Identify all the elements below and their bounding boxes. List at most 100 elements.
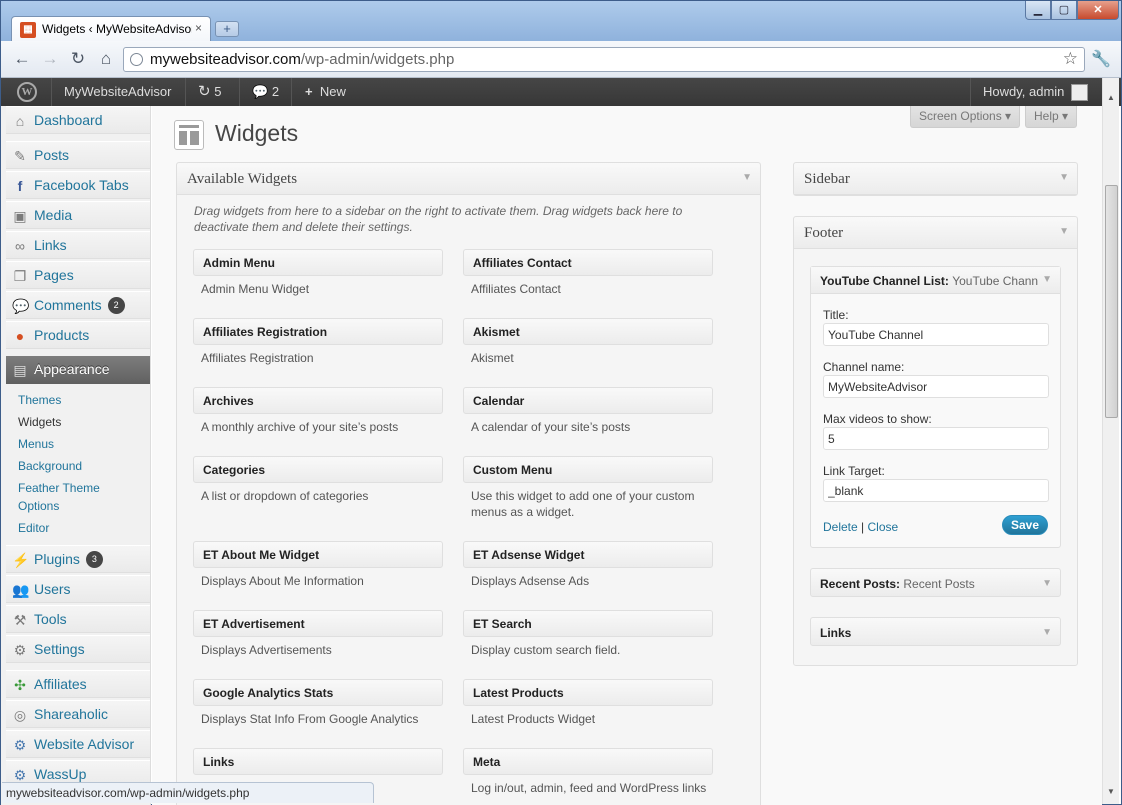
channel-name-input[interactable] <box>823 375 1049 398</box>
sidebar-area-title: Sidebar <box>804 171 850 187</box>
menu-item-facebook-tabs[interactable]: f Facebook Tabs <box>6 171 150 199</box>
wordpress-logo-icon[interactable]: W <box>17 82 37 102</box>
adminbar-updates[interactable]: ↻ 5 <box>198 78 221 106</box>
scroll-down-arrow-icon[interactable]: ▼ <box>1103 784 1119 800</box>
widget-title-main: YouTube Channel List: <box>820 274 949 288</box>
collapse-arrow-icon[interactable]: ▼ <box>1059 172 1069 183</box>
collapse-arrow-icon[interactable]: ▼ <box>1059 226 1069 237</box>
recent-posts-widget[interactable]: Recent Posts: Recent Posts ▼ <box>810 568 1061 597</box>
collapse-arrow-icon[interactable]: ▼ <box>1042 627 1052 638</box>
widget-description: A list or dropdown of categories <box>201 489 369 503</box>
menu-item-appearance[interactable]: ▤ Appearance <box>6 356 150 384</box>
menu-item-posts[interactable]: ✎ Posts <box>6 141 150 169</box>
star-icon[interactable]: ☆ <box>1063 49 1078 69</box>
max-videos-label: Max videos to show: <box>823 412 932 426</box>
close-link[interactable]: Close <box>868 520 899 534</box>
widget-handle[interactable]: YouTube Channel List: YouTube Channel ▼ <box>811 267 1060 294</box>
max-videos-input[interactable] <box>823 427 1049 450</box>
close-window-button[interactable]: ✕ <box>1077 1 1119 20</box>
widget-handle[interactable]: Calendar <box>463 387 713 414</box>
widget-handle[interactable]: Archives <box>193 387 443 414</box>
browser-window: ▦ Widgets ‹ MyWebsiteAdvisor × + ▁ ▢ ✕ ←… <box>0 0 1122 805</box>
address-bar[interactable]: mywebsiteadvisor.com/wp-admin/widgets.ph… <box>123 47 1085 72</box>
widget-handle[interactable]: Google Analytics Stats <box>193 679 443 706</box>
menu-item-products[interactable]: ● Products <box>6 321 150 349</box>
submenu-item-widgets[interactable]: Widgets <box>18 413 61 431</box>
adminbar-comments[interactable]: 💬 2 <box>252 78 279 106</box>
menu-item-comments[interactable]: 💬 Comments 2 <box>6 291 150 319</box>
reload-icon[interactable]: ↻ <box>67 49 89 71</box>
submenu-item-editor[interactable]: Editor <box>18 519 49 537</box>
sidebar-area-header[interactable]: Sidebar ▼ <box>794 163 1077 195</box>
tab-close-icon[interactable]: × <box>195 21 202 35</box>
widget-handle[interactable]: Affiliates Registration <box>193 318 443 345</box>
channel-name-label: Channel name: <box>823 360 905 374</box>
menu-item-dashboard[interactable]: ⌂ Dashboard <box>6 106 150 134</box>
home-icon[interactable]: ⌂ <box>95 49 117 71</box>
scroll-up-arrow-icon[interactable]: ▲ <box>1103 90 1119 106</box>
widget-handle[interactable]: ET Advertisement <box>193 610 443 637</box>
adminbar-divider <box>291 78 292 106</box>
menu-item-plugins[interactable]: ⚡ Plugins 3 <box>6 545 150 573</box>
footer-area-header[interactable]: Footer ▼ <box>794 217 1077 249</box>
widget-handle[interactable]: ET Search <box>463 610 713 637</box>
available-widgets-title: Available Widgets <box>187 171 298 187</box>
widget-handle[interactable]: Meta <box>463 748 713 775</box>
sidebar-widget-area[interactable]: Sidebar ▼ <box>793 162 1078 196</box>
submenu-item-themes[interactable]: Themes <box>18 391 61 409</box>
avatar[interactable] <box>1071 84 1088 101</box>
vertical-scrollbar[interactable]: ▲ ▼ <box>1102 78 1119 804</box>
adminbar-new[interactable]: + New <box>305 78 346 106</box>
menu-label: Tools <box>34 611 67 627</box>
submenu-item-feather-theme-options[interactable]: Feather Theme Options <box>18 479 100 515</box>
widget-handle[interactable]: Latest Products <box>463 679 713 706</box>
widget-title: Meta <box>473 755 501 769</box>
menu-item-users[interactable]: 👥 Users <box>6 575 150 603</box>
widget-handle[interactable]: Custom Menu <box>463 456 713 483</box>
links-widget[interactable]: Links ▼ <box>810 617 1061 646</box>
link-target-input[interactable] <box>823 479 1049 502</box>
back-icon[interactable]: ← <box>11 49 33 71</box>
adminbar-howdy[interactable]: Howdy, admin <box>983 78 1064 106</box>
menu-item-settings[interactable]: ⚙ Settings <box>6 635 150 663</box>
save-button[interactable]: Save <box>1002 515 1048 535</box>
menu-item-shareaholic[interactable]: ◎ Shareaholic <box>6 700 150 728</box>
widget-handle[interactable]: Admin Menu <box>193 249 443 276</box>
footer-widget-area[interactable]: Footer ▼ YouTube Channel List: YouTube C… <box>793 216 1078 666</box>
widget-handle[interactable]: Categories <box>193 456 443 483</box>
collapse-arrow-icon[interactable]: ▼ <box>1042 578 1052 589</box>
help-button[interactable]: Help ▾ <box>1025 106 1078 128</box>
screen-options-button[interactable]: Screen Options ▾ <box>910 106 1021 128</box>
widget-handle[interactable]: Akismet <box>463 318 713 345</box>
widget-title: Admin Menu <box>203 256 275 270</box>
title-input[interactable] <box>823 323 1049 346</box>
widget-handle[interactable]: Links <box>193 748 443 775</box>
scrollbar-thumb[interactable] <box>1105 185 1118 418</box>
adminbar-site-name[interactable]: MyWebsiteAdvisor <box>64 78 171 106</box>
browser-tab[interactable]: ▦ Widgets ‹ MyWebsiteAdvisor × <box>11 16 211 42</box>
forward-icon[interactable]: → <box>39 49 61 71</box>
minimize-button[interactable]: ▁ <box>1025 1 1051 20</box>
new-tab-button[interactable]: + <box>215 21 239 37</box>
menu-item-media[interactable]: ▣ Media <box>6 201 150 229</box>
menu-item-links[interactable]: ∞ Links <box>6 231 150 259</box>
submenu-item-background[interactable]: Background <box>18 457 82 475</box>
menu-label: Website Advisor <box>34 736 135 752</box>
menu-item-pages[interactable]: ❐ Pages <box>6 261 150 289</box>
maximize-button[interactable]: ▢ <box>1051 1 1077 20</box>
menu-item-tools[interactable]: ⚒ Tools <box>6 605 150 633</box>
available-widgets-header[interactable]: Available Widgets ▼ <box>177 163 760 195</box>
widget-handle[interactable]: ET Adsense Widget <box>463 541 713 568</box>
widget-handle[interactable]: ET About Me Widget <box>193 541 443 568</box>
menu-label: Shareaholic <box>34 706 108 722</box>
menu-item-website-advisor[interactable]: ⚙ Website Advisor <box>6 730 150 758</box>
collapse-arrow-icon[interactable]: ▼ <box>742 172 752 183</box>
menu-item-affiliates[interactable]: ✣ Affiliates <box>6 670 150 698</box>
submenu-item-menus[interactable]: Menus <box>18 435 54 453</box>
widget-handle[interactable]: Affiliates Contact <box>463 249 713 276</box>
widget-description: Displays Advertisements <box>201 643 332 657</box>
collapse-arrow-icon[interactable]: ▼ <box>1042 274 1052 285</box>
delete-link[interactable]: Delete <box>823 520 858 534</box>
menu-label: Users <box>34 581 71 597</box>
wrench-icon[interactable]: 🔧 <box>1091 49 1111 69</box>
